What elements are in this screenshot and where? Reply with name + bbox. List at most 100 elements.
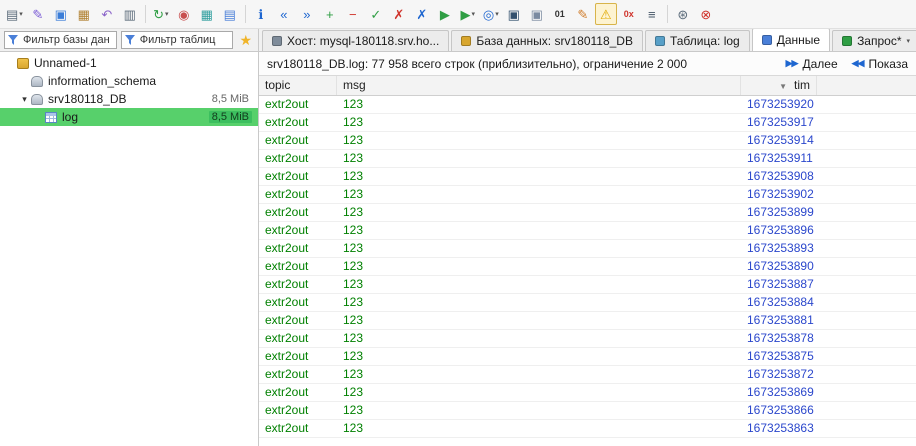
binary-view-icon[interactable]: 01: [549, 3, 571, 25]
sort-desc-icon[interactable]: ▼: [779, 82, 787, 91]
dropdown-caret-icon[interactable]: ▾: [472, 10, 476, 18]
cell-tim[interactable]: 1673253908: [741, 168, 817, 185]
cancel-operation-icon[interactable]: ✗: [411, 3, 433, 25]
cell-topic[interactable]: extr2out: [259, 96, 337, 113]
table-filter-input[interactable]: [137, 33, 230, 47]
first-record-icon[interactable]: «: [273, 3, 295, 25]
cell-topic[interactable]: extr2out: [259, 258, 337, 275]
table-row[interactable]: extr2out 123 1673253893: [259, 240, 916, 258]
refresh-icon[interactable]: ↻ ▾: [150, 3, 172, 25]
cell-msg[interactable]: 123: [337, 366, 741, 383]
print-icon[interactable]: ▥: [119, 3, 141, 25]
cell-tim[interactable]: 1673253899: [741, 204, 817, 221]
settings-icon[interactable]: ⊛: [672, 3, 694, 25]
cell-msg[interactable]: 123: [337, 114, 741, 131]
copy-icon[interactable]: ▣: [50, 3, 72, 25]
cell-tim[interactable]: 1673253881: [741, 312, 817, 329]
cell-topic[interactable]: extr2out: [259, 420, 337, 437]
table-row[interactable]: extr2out 123 1673253863: [259, 420, 916, 438]
save-as-icon[interactable]: ▣: [526, 3, 548, 25]
chevron-expanded-icon[interactable]: ▾: [18, 94, 31, 105]
table-filter[interactable]: [120, 31, 234, 49]
cell-msg[interactable]: 123: [337, 276, 741, 293]
table-row[interactable]: extr2out 123 1673253914: [259, 132, 916, 150]
stop-icon[interactable]: ⊗: [695, 3, 717, 25]
show-all-button[interactable]: ◀◀ Показа: [852, 57, 908, 71]
cell-tim[interactable]: 1673253890: [741, 258, 817, 275]
table-row[interactable]: extr2out 123 1673253896: [259, 222, 916, 240]
cell-topic[interactable]: extr2out: [259, 186, 337, 203]
run-selection-icon[interactable]: ▶ ▾: [457, 3, 479, 25]
column-header-tim[interactable]: ▼ tim: [741, 76, 817, 95]
cell-tim[interactable]: 1673253914: [741, 132, 817, 149]
user-manager-icon[interactable]: ◉: [173, 3, 195, 25]
cell-msg[interactable]: 123: [337, 132, 741, 149]
tab-database[interactable]: База данных: srv180118_DB: [451, 30, 643, 51]
find-icon[interactable]: ◎ ▾: [480, 3, 502, 25]
session-manager-icon[interactable]: ▤ ▾: [3, 3, 26, 25]
table-row[interactable]: extr2out 123 1673253899: [259, 204, 916, 222]
cell-msg[interactable]: 123: [337, 384, 741, 401]
cell-tim[interactable]: 1673253917: [741, 114, 817, 131]
tab-query[interactable]: Запрос* ▾: [832, 30, 916, 51]
table-tools-icon[interactable]: ▤: [219, 3, 241, 25]
tab-table[interactable]: Таблица: log: [644, 30, 750, 51]
cell-tim[interactable]: 1673253884: [741, 294, 817, 311]
cell-topic[interactable]: extr2out: [259, 204, 337, 221]
tree-item-log[interactable]: log 8,5 MiB: [0, 108, 258, 126]
delete-record-icon[interactable]: −: [342, 3, 364, 25]
column-header-topic[interactable]: topic: [259, 76, 337, 95]
cell-topic[interactable]: extr2out: [259, 222, 337, 239]
cell-topic[interactable]: extr2out: [259, 114, 337, 131]
cell-topic[interactable]: extr2out: [259, 150, 337, 167]
column-header-msg[interactable]: msg: [337, 76, 741, 95]
tree-item-information_schema[interactable]: information_schema: [0, 72, 258, 90]
cell-tim[interactable]: 1673253893: [741, 240, 817, 257]
cell-topic[interactable]: extr2out: [259, 294, 337, 311]
table-row[interactable]: extr2out 123 1673253890: [259, 258, 916, 276]
table-row[interactable]: extr2out 123 1673253887: [259, 276, 916, 294]
last-record-icon[interactable]: »: [296, 3, 318, 25]
tab-host[interactable]: Хост: mysql-180118.srv.ho...: [262, 30, 450, 51]
database-filter-input[interactable]: [21, 33, 113, 47]
cell-msg[interactable]: 123: [337, 402, 741, 419]
tab-data[interactable]: Данные: [751, 29, 831, 51]
undo-icon[interactable]: ↶: [96, 3, 118, 25]
cell-msg[interactable]: 123: [337, 420, 741, 437]
sql-log-icon[interactable]: ≡: [641, 3, 663, 25]
dropdown-caret-icon[interactable]: ▾: [19, 10, 23, 18]
cell-tim[interactable]: 1673253869: [741, 384, 817, 401]
cell-msg[interactable]: 123: [337, 258, 741, 275]
tree-item-Unnamed-1[interactable]: Unnamed-1: [0, 54, 258, 72]
cell-msg[interactable]: 123: [337, 330, 741, 347]
table-row[interactable]: extr2out 123 1673253911: [259, 150, 916, 168]
database-filter[interactable]: [4, 31, 117, 49]
save-icon[interactable]: ▣: [503, 3, 525, 25]
post-changes-icon[interactable]: ✓: [365, 3, 387, 25]
cell-msg[interactable]: 123: [337, 186, 741, 203]
cell-msg[interactable]: 123: [337, 222, 741, 239]
favorites-star-icon[interactable]: ★: [237, 33, 254, 47]
tab-dropdown-caret-icon[interactable]: ▾: [907, 37, 911, 45]
run-query-icon[interactable]: ▶: [434, 3, 456, 25]
create-table-icon[interactable]: ▦: [196, 3, 218, 25]
table-row[interactable]: extr2out 123 1673253866: [259, 402, 916, 420]
cell-tim[interactable]: 1673253872: [741, 366, 817, 383]
cell-msg[interactable]: 123: [337, 96, 741, 113]
edit-icon[interactable]: ✎: [572, 3, 594, 25]
tree-item-srv180118_DB[interactable]: ▾ srv180118_DB 8,5 MiB: [0, 90, 258, 108]
next-rows-button[interactable]: ▶▶ Далее: [786, 57, 838, 71]
info-icon[interactable]: ℹ: [250, 3, 272, 25]
paste-icon[interactable]: ▦: [73, 3, 95, 25]
cell-msg[interactable]: 123: [337, 204, 741, 221]
dropdown-caret-icon[interactable]: ▾: [165, 10, 169, 18]
cell-msg[interactable]: 123: [337, 294, 741, 311]
add-record-icon[interactable]: +: [319, 3, 341, 25]
cell-tim[interactable]: 1673253878: [741, 330, 817, 347]
cell-tim[interactable]: 1673253887: [741, 276, 817, 293]
table-row[interactable]: extr2out 123 1673253869: [259, 384, 916, 402]
table-row[interactable]: extr2out 123 1673253875: [259, 348, 916, 366]
cell-msg[interactable]: 123: [337, 348, 741, 365]
cell-tim[interactable]: 1673253866: [741, 402, 817, 419]
cell-tim[interactable]: 1673253896: [741, 222, 817, 239]
